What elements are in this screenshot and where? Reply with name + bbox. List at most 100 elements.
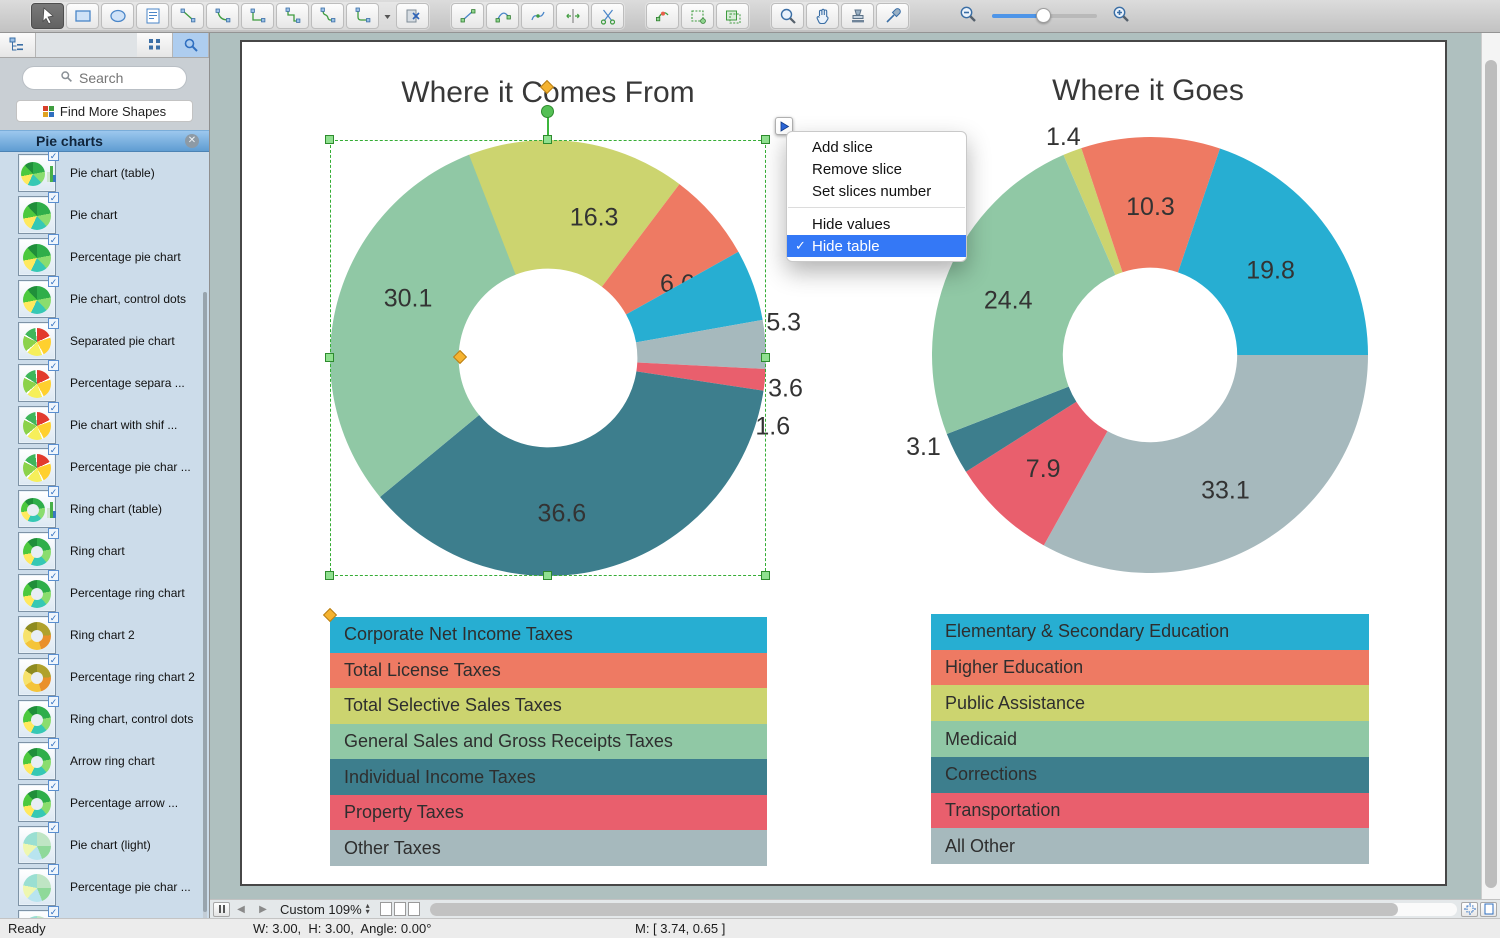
shape-list-item[interactable]: ✓ Separated pie chart	[0, 318, 209, 362]
zoom-stepper[interactable]: ▴ ▾	[366, 902, 370, 916]
shape-list-item[interactable]: ✓ Percentage arrow ...	[0, 780, 209, 824]
thumbnail-checkbox-icon[interactable]: ✓	[48, 318, 59, 329]
pause-button[interactable]	[213, 901, 230, 917]
shape-list-item[interactable]: ✓ Ring chart	[0, 528, 209, 572]
vertical-scrollbar-thumb[interactable]	[1485, 60, 1497, 888]
legend-row[interactable]: Property Taxes	[330, 794, 767, 831]
legend-row[interactable]: Medicaid	[931, 721, 1369, 757]
thumbnail-checkbox-icon[interactable]: ✓	[48, 864, 59, 875]
ellipse-tool[interactable]	[101, 3, 134, 29]
shape-list-item[interactable]: ✓ Percentage ring chart 2	[0, 654, 209, 698]
thumbnail-checkbox-icon[interactable]: ✓	[48, 528, 59, 539]
thumbnail-checkbox-icon[interactable]: ✓	[48, 696, 59, 707]
thumbnail-checkbox-icon[interactable]: ✓	[48, 234, 59, 245]
page-tabs[interactable]	[379, 902, 420, 916]
legend-row[interactable]: Elementary & Secondary Education	[931, 614, 1369, 650]
legend-row[interactable]: Corrections	[931, 756, 1369, 793]
shape-list-item[interactable]: ✓ Percentage pie char ...	[0, 864, 209, 908]
selection-handle-n[interactable]	[543, 135, 552, 144]
thumbnail-checkbox-icon[interactable]: ✓	[48, 276, 59, 287]
direct-connector-tool[interactable]	[171, 3, 204, 29]
legend-row[interactable]: Corporate Net Income Taxes	[330, 617, 767, 653]
legend-row[interactable]: Individual Income Taxes	[330, 759, 767, 795]
thumbnail-checkbox-icon[interactable]: ✓	[48, 486, 59, 497]
close-library-icon[interactable]: ✕	[185, 134, 199, 148]
search-field[interactable]	[22, 66, 187, 90]
shape-list-item[interactable]: ✓ Pie chart, control dots	[0, 276, 209, 320]
move-node-tool[interactable]	[556, 3, 589, 29]
text-tool[interactable]	[136, 3, 169, 29]
rounded-connector-tool[interactable]	[346, 3, 379, 29]
thumbnail-checkbox-icon[interactable]: ✓	[48, 822, 59, 833]
add-node-tool[interactable]	[681, 3, 714, 29]
selection-handle-w[interactable]	[325, 353, 334, 362]
selection-handle-se[interactable]	[761, 571, 770, 580]
shape-list-item[interactable]: ✓ Percentage pie chart	[0, 234, 209, 278]
shape-list-item[interactable]: ✓ Pie chart (light)	[0, 822, 209, 866]
page-view-button[interactable]	[1480, 901, 1497, 917]
legend-row[interactable]: General Sales and Gross Receipts Taxes	[330, 723, 767, 760]
grid-view-button[interactable]	[137, 33, 173, 57]
sidebar-scrollbar[interactable]	[203, 292, 207, 918]
arc-connector-tool[interactable]	[206, 3, 239, 29]
shape-list-item[interactable]: ✓ Ring chart (table)	[0, 486, 209, 530]
right-legend-table[interactable]: Elementary & Secondary Education Higher …	[931, 614, 1369, 865]
zoom-slider-knob[interactable]	[1036, 8, 1051, 23]
split-tool[interactable]	[591, 3, 624, 29]
thumbnail-checkbox-icon[interactable]: ✓	[48, 192, 59, 203]
line-tool[interactable]	[451, 3, 484, 29]
library-tree-button[interactable]	[0, 33, 36, 57]
context-menu-item[interactable]: Remove slice	[787, 158, 966, 180]
context-menu-item[interactable]	[788, 207, 965, 208]
search-view-button[interactable]	[173, 33, 209, 57]
context-menu-item[interactable]: Hide values	[787, 213, 966, 235]
zoom-in-icon[interactable]	[1111, 4, 1131, 29]
shape-list-item[interactable]: ✓ Percentage pie char ...	[0, 444, 209, 488]
selection-handle-nw[interactable]	[325, 135, 334, 144]
shape-list-item[interactable]: ✓ Pie chart	[0, 192, 209, 236]
shape-list-item[interactable]: ✓ Percentage separa ...	[0, 360, 209, 404]
thumbnail-checkbox-icon[interactable]: ✓	[48, 152, 59, 161]
thumbnail-checkbox-icon[interactable]: ✓	[48, 654, 59, 665]
thumbnail-checkbox-icon[interactable]: ✓	[48, 360, 59, 371]
page-previous-icon[interactable]: ◀	[230, 904, 252, 915]
tree-connector-tool[interactable]	[241, 3, 274, 29]
selection-handle-ne[interactable]	[761, 135, 770, 144]
selection-handle-s[interactable]	[543, 571, 552, 580]
thumbnail-checkbox-icon[interactable]: ✓	[48, 402, 59, 413]
elbow-connector-tool[interactable]	[276, 3, 309, 29]
thumbnail-checkbox-icon[interactable]: ✓	[48, 906, 59, 917]
legend-row[interactable]: Public Assistance	[931, 685, 1369, 722]
context-menu-item[interactable]: Set slices number	[787, 180, 966, 202]
horizontal-scrollbar[interactable]	[429, 902, 1457, 916]
rectangle-tool[interactable]	[66, 3, 99, 29]
left-legend-table[interactable]: Corporate Net Income Taxes Total License…	[330, 617, 767, 867]
thumbnail-checkbox-icon[interactable]: ✓	[48, 570, 59, 581]
search-input[interactable]	[79, 70, 149, 86]
selection-handle-e[interactable]	[761, 353, 770, 362]
find-more-shapes-button[interactable]: Find More Shapes	[16, 100, 193, 122]
shape-list-item[interactable]: ✓ Ring chart 2	[0, 612, 209, 656]
thumbnail-checkbox-icon[interactable]: ✓	[48, 612, 59, 623]
curve-connector-tool[interactable]	[311, 3, 344, 29]
thumbnail-checkbox-icon[interactable]: ✓	[48, 444, 59, 455]
shape-list-item[interactable]: ✓ Pie chart (table)	[0, 152, 209, 194]
pan-view-button[interactable]	[1461, 901, 1478, 917]
legend-row[interactable]: Total Selective Sales Taxes	[330, 688, 767, 724]
legend-row[interactable]: Other Taxes	[330, 830, 767, 867]
thumbnail-checkbox-icon[interactable]: ✓	[48, 780, 59, 791]
select-tool[interactable]	[31, 3, 64, 29]
convert-tool[interactable]	[716, 3, 749, 29]
legend-row[interactable]: Total License Taxes	[330, 652, 767, 689]
donut-slice[interactable]	[1043, 355, 1368, 573]
reshape-tool[interactable]	[646, 3, 679, 29]
vertical-scrollbar[interactable]	[1481, 33, 1500, 899]
connector-options-caret[interactable]	[381, 3, 394, 29]
zoom-out-icon[interactable]	[958, 4, 978, 29]
shape-list-item[interactable]: ✓	[0, 906, 209, 918]
legend-row[interactable]: Transportation	[931, 792, 1369, 829]
legend-row[interactable]: Higher Education	[931, 649, 1369, 686]
horizontal-scrollbar-thumb[interactable]	[429, 902, 1398, 916]
shape-list-item[interactable]: ✓ Percentage ring chart	[0, 570, 209, 614]
stamp-tool[interactable]	[841, 3, 874, 29]
